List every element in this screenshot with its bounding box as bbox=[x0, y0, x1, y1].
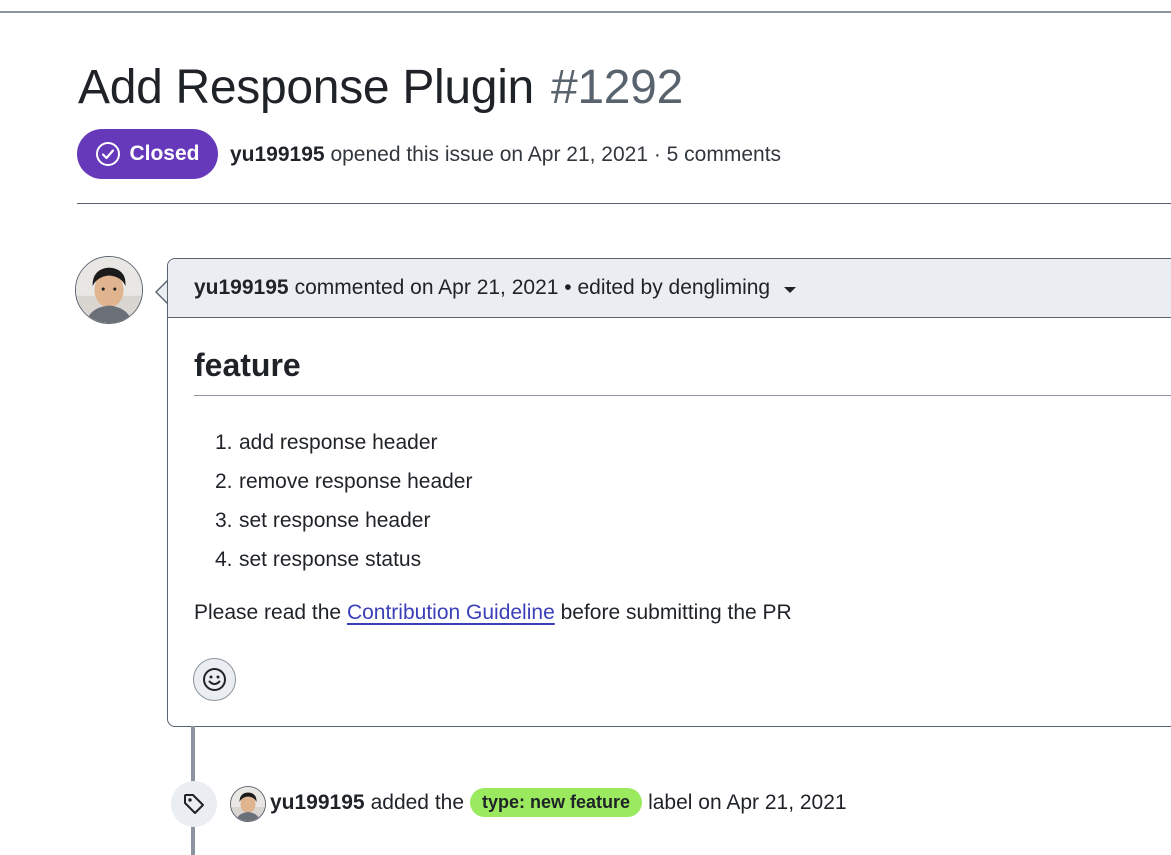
list-item: 3. set response header bbox=[194, 501, 472, 540]
issue-state-badge: Closed bbox=[77, 129, 218, 179]
label-pill[interactable]: type: new feature bbox=[470, 788, 643, 817]
issue-title: Add Response Plugin #1292 bbox=[78, 60, 683, 115]
list-item-number: 4. bbox=[215, 547, 233, 571]
event-author-link[interactable]: yu199195 bbox=[270, 791, 365, 815]
issue-title-text: Add Response Plugin bbox=[78, 61, 534, 114]
note-text-after: before submitting the PR bbox=[560, 601, 792, 624]
comment-header: yu199195 commented on Apr 21, 2021 • edi… bbox=[168, 259, 1171, 318]
label-event: yu199195 added the type: new feature lab… bbox=[270, 788, 847, 817]
avatar[interactable] bbox=[75, 256, 143, 324]
avatar-image bbox=[76, 257, 142, 323]
feature-list: 1. add response header 2. remove respons… bbox=[194, 423, 472, 579]
heading-divider bbox=[194, 395, 1171, 396]
tag-icon bbox=[184, 794, 204, 814]
list-item-text: add response header bbox=[239, 430, 438, 454]
comment-edit-info[interactable]: commented on Apr 21, 2021 • edited by de… bbox=[295, 276, 771, 300]
list-item-number: 2. bbox=[215, 469, 233, 493]
comment-author-link[interactable]: yu199195 bbox=[194, 276, 289, 300]
event-avatar[interactable] bbox=[230, 786, 266, 822]
avatar-image bbox=[231, 787, 265, 821]
issue-state-label: Closed bbox=[129, 142, 200, 165]
timeline-event-badge bbox=[171, 781, 217, 827]
comment-heading: feature bbox=[194, 347, 301, 383]
note-text-before: Please read the bbox=[194, 601, 342, 624]
top-divider bbox=[0, 11, 1171, 13]
event-action-text: added the bbox=[370, 790, 465, 814]
contribution-note: Please read the Contribution Guideline b… bbox=[194, 601, 792, 625]
list-item: 2. remove response header bbox=[194, 462, 472, 501]
chevron-down-icon[interactable] bbox=[784, 287, 797, 293]
issue-comment: yu199195 commented on Apr 21, 2021 • edi… bbox=[167, 258, 1171, 727]
list-item-number: 1. bbox=[215, 430, 233, 454]
event-suffix-text[interactable]: label on Apr 21, 2021 bbox=[648, 791, 847, 815]
header-divider bbox=[77, 203, 1171, 204]
list-item: 1. add response header bbox=[194, 423, 472, 462]
issue-meta: yu199195 opened this issue on Apr 21, 20… bbox=[230, 143, 781, 167]
smiley-icon bbox=[203, 668, 226, 691]
list-item-text: set response header bbox=[239, 508, 431, 532]
add-reaction-button[interactable] bbox=[193, 658, 236, 701]
issue-opened-text: opened this issue on Apr 21, 2021 · 5 co… bbox=[330, 143, 782, 166]
list-item-number: 3. bbox=[215, 508, 233, 532]
list-item: 4. set response status bbox=[194, 540, 472, 579]
list-item-text: set response status bbox=[239, 547, 422, 571]
list-item-text: remove response header bbox=[239, 469, 473, 493]
issue-number: #1292 bbox=[551, 61, 683, 114]
check-circle-icon bbox=[96, 142, 121, 166]
contribution-guideline-link[interactable]: Contribution Guideline bbox=[347, 601, 555, 624]
issue-author-link[interactable]: yu199195 bbox=[230, 143, 325, 166]
